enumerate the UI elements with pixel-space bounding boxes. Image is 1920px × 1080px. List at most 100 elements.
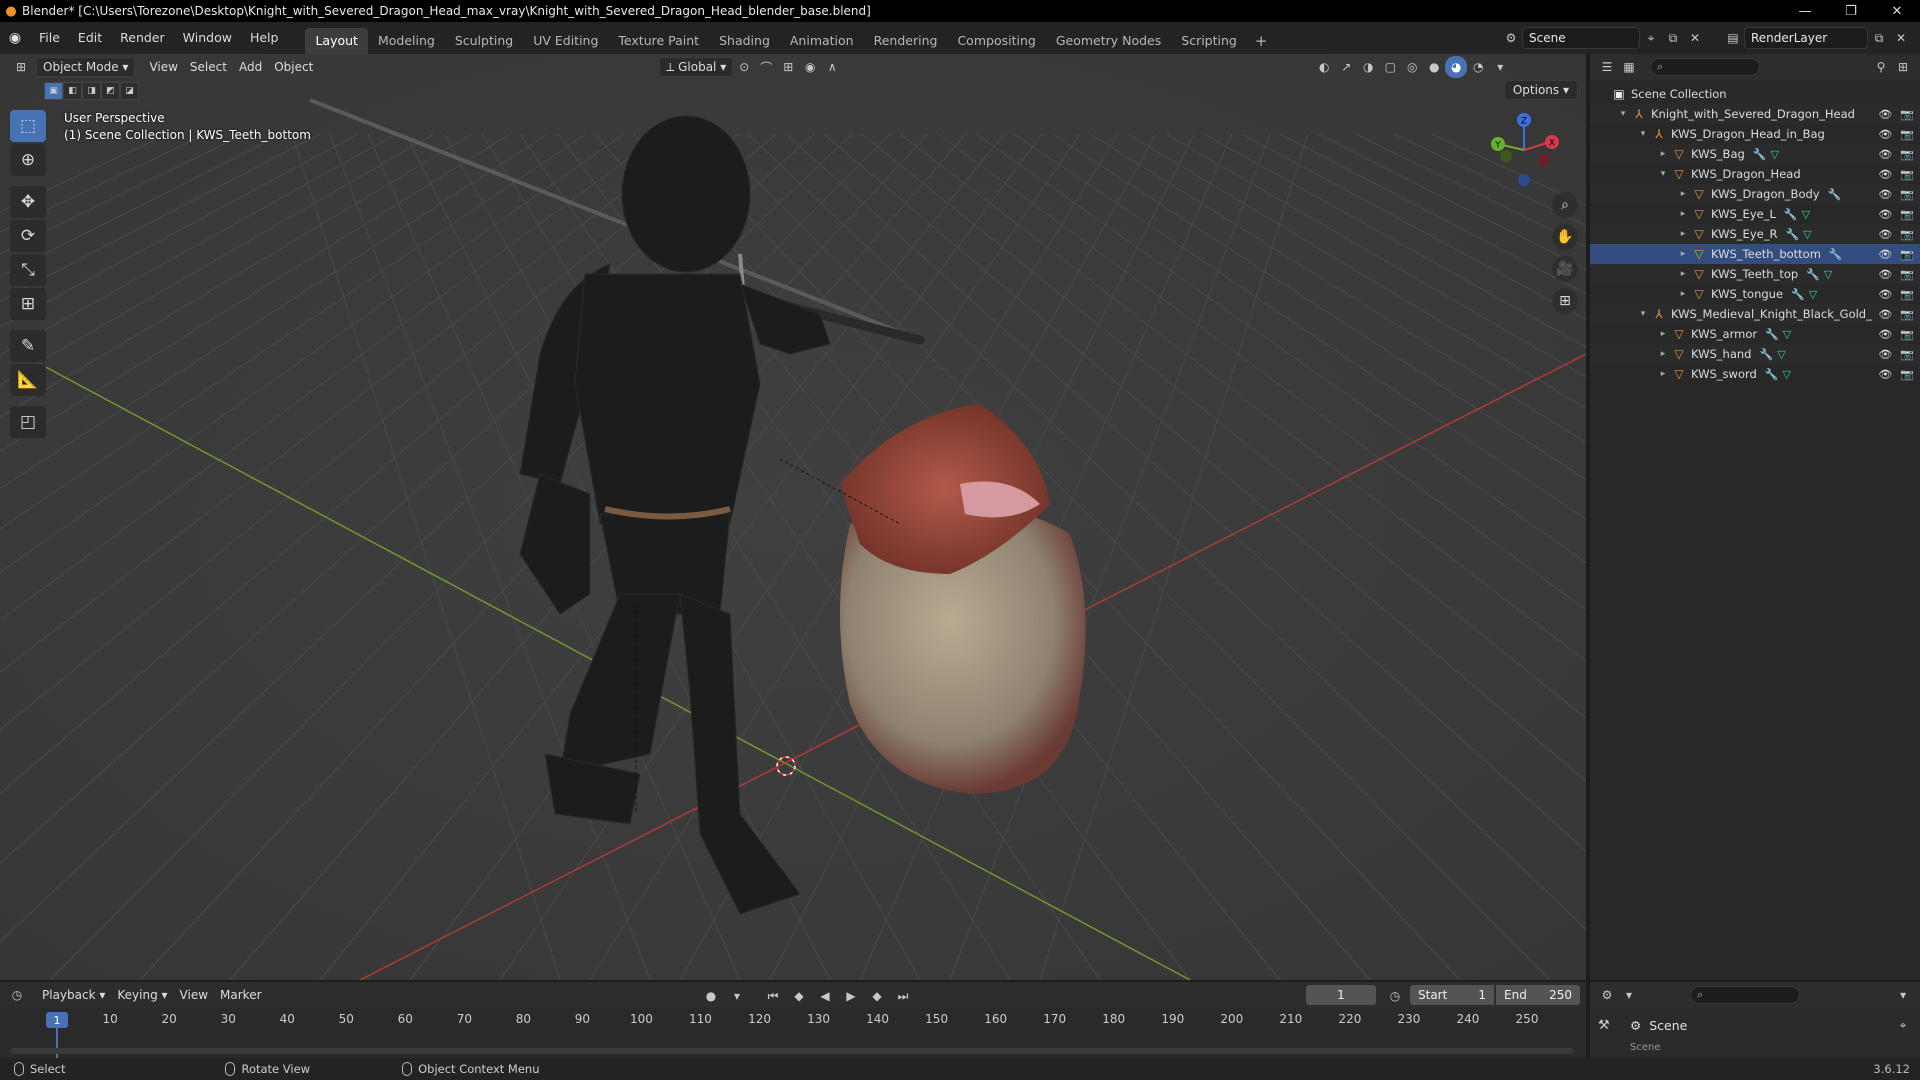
shading-options-icon[interactable]: ▾ bbox=[1489, 56, 1511, 78]
zoom-icon[interactable]: ⌕ bbox=[1552, 192, 1578, 218]
end-frame-field[interactable]: End 250 bbox=[1496, 985, 1580, 1005]
overlay-toggle-icon[interactable]: ◑ bbox=[1357, 56, 1379, 78]
close-button[interactable]: ✕ bbox=[1874, 0, 1920, 22]
eye-icon[interactable]: 👁 bbox=[1878, 228, 1892, 241]
eye-icon[interactable]: 👁 bbox=[1878, 108, 1892, 121]
measure-tool-icon[interactable]: 📐 bbox=[10, 364, 46, 396]
workspace-tab-scripting[interactable]: Scripting bbox=[1171, 28, 1247, 54]
outliner-row[interactable]: ▸ ▽ KWS_tongue 🔧 ▽ 👁 📷 bbox=[1590, 284, 1920, 304]
collapse-arrow-icon[interactable]: ▾ bbox=[1636, 309, 1650, 319]
mode-dropdown[interactable]: Object Mode ▾ bbox=[36, 57, 136, 77]
expand-arrow-icon[interactable]: ▸ bbox=[1676, 209, 1690, 219]
annotate-tool-icon[interactable]: ✎ bbox=[10, 330, 46, 362]
expand-arrow-icon[interactable]: ▸ bbox=[1656, 329, 1670, 339]
delete-scene-icon[interactable]: ✕ bbox=[1684, 27, 1706, 49]
gizmo-toggle-icon[interactable]: ↗ bbox=[1335, 56, 1357, 78]
new-view-layer-icon[interactable]: ⧉ bbox=[1868, 27, 1890, 49]
camera-view-icon[interactable]: 🎥 bbox=[1552, 256, 1578, 282]
expand-arrow-icon[interactable]: ▸ bbox=[1656, 369, 1670, 379]
workspace-tab-geometry-nodes[interactable]: Geometry Nodes bbox=[1046, 28, 1171, 54]
mesh-data-icon[interactable]: ▽ bbox=[1824, 268, 1832, 281]
timeline-scrollbar[interactable] bbox=[10, 1048, 1574, 1054]
minimize-button[interactable]: — bbox=[1782, 0, 1828, 22]
current-frame-indicator[interactable]: 1 bbox=[46, 1012, 68, 1028]
outliner-row[interactable]: ▾ ⅄ KWS_Dragon_Head_in_Bag 👁 📷 bbox=[1590, 124, 1920, 144]
collapse-arrow-icon[interactable]: ▾ bbox=[1616, 109, 1630, 119]
view-layer-icon[interactable]: ▤ bbox=[1722, 27, 1744, 49]
current-frame-field[interactable]: 1 bbox=[1306, 985, 1376, 1005]
properties-search-input[interactable]: ⌕ bbox=[1690, 986, 1800, 1004]
blender-menu-icon[interactable]: ◉ bbox=[0, 30, 30, 46]
navigation-gizmo[interactable]: Z X Y bbox=[1486, 110, 1566, 196]
workspace-tab-animation[interactable]: Animation bbox=[780, 28, 864, 54]
expand-arrow-icon[interactable]: ▸ bbox=[1676, 269, 1690, 279]
viewport-scene[interactable] bbox=[0, 54, 1586, 980]
restore-button[interactable]: ❐ bbox=[1828, 0, 1874, 22]
auto-key-options-icon[interactable]: ▾ bbox=[726, 985, 748, 1007]
menu-window[interactable]: Window bbox=[174, 26, 241, 50]
modifier-wrench-icon[interactable]: 🔧 bbox=[1785, 228, 1799, 241]
expand-arrow-icon[interactable]: ▸ bbox=[1656, 149, 1670, 159]
modifier-wrench-icon[interactable]: 🔧 bbox=[1753, 148, 1767, 161]
eye-icon[interactable]: 👁 bbox=[1878, 308, 1892, 321]
workspace-tab-shading[interactable]: Shading bbox=[709, 28, 780, 54]
view-layer-selector[interactable]: ▤ RenderLayer ⧉ ✕ bbox=[1722, 26, 1912, 50]
visibility-selectability-icon[interactable]: ◐ bbox=[1313, 56, 1335, 78]
eye-icon[interactable]: 👁 bbox=[1878, 288, 1892, 301]
display-mode-icon[interactable]: ▦ bbox=[1618, 56, 1640, 78]
menu-file[interactable]: File bbox=[30, 26, 69, 50]
workspace-tab-texture-paint[interactable]: Texture Paint bbox=[608, 28, 709, 54]
outliner-row[interactable]: ▾ ⅄ KWS_Medieval_Knight_Black_Gold_ 👁 📷 bbox=[1590, 304, 1920, 324]
transform-tool-icon[interactable]: ⊞ bbox=[10, 288, 46, 320]
shading-wireframe-icon[interactable]: ◎ bbox=[1401, 56, 1423, 78]
shading-material-icon[interactable]: ◕ bbox=[1445, 56, 1468, 78]
falloff-icon[interactable]: ∧ bbox=[821, 56, 843, 78]
add-workspace-button[interactable]: + bbox=[1247, 28, 1276, 54]
modifier-wrench-icon[interactable]: 🔧 bbox=[1829, 248, 1843, 261]
play-icon[interactable]: ▶ bbox=[840, 985, 862, 1007]
camera-icon[interactable]: 📷 bbox=[1900, 328, 1914, 341]
modifier-wrench-icon[interactable]: 🔧 bbox=[1791, 288, 1805, 301]
expand-arrow-icon[interactable]: ▸ bbox=[1656, 349, 1670, 359]
timeline-editor-icon[interactable]: ◷ bbox=[6, 984, 28, 1006]
outliner-row[interactable]: ▸ ▽ KWS_Eye_R 🔧 ▽ 👁 📷 bbox=[1590, 224, 1920, 244]
play-reverse-icon[interactable]: ◀ bbox=[814, 985, 836, 1007]
outliner-row[interactable]: ▣ Scene Collection bbox=[1590, 84, 1920, 104]
add-cube-tool-icon[interactable]: ◰ bbox=[10, 406, 46, 438]
expand-arrow-icon[interactable]: ▸ bbox=[1676, 229, 1690, 239]
workspace-tab-layout[interactable]: Layout bbox=[305, 28, 368, 54]
select-invert-icon[interactable]: ◩ bbox=[101, 82, 120, 100]
eye-icon[interactable]: 👁 bbox=[1878, 368, 1892, 381]
eye-icon[interactable]: 👁 bbox=[1878, 348, 1892, 361]
mesh-data-icon[interactable]: ▽ bbox=[1771, 148, 1779, 161]
properties-options-icon[interactable]: ▾ bbox=[1892, 984, 1914, 1006]
camera-icon[interactable]: 📷 bbox=[1900, 148, 1914, 161]
eye-icon[interactable]: 👁 bbox=[1878, 268, 1892, 281]
menu-marker[interactable]: Marker bbox=[214, 985, 267, 1005]
menu-timeline-view[interactable]: View bbox=[174, 985, 214, 1005]
perspective-toggle-icon[interactable]: ⊞ bbox=[1552, 288, 1578, 314]
camera-icon[interactable]: 📷 bbox=[1900, 228, 1914, 241]
expand-arrow-icon[interactable]: ▸ bbox=[1676, 249, 1690, 259]
outliner-row[interactable]: ▸ ▽ KWS_sword 🔧 ▽ 👁 📷 bbox=[1590, 364, 1920, 384]
outliner-row[interactable]: ▾ ▽ KWS_Dragon_Head 👁 📷 bbox=[1590, 164, 1920, 184]
timeline-ruler[interactable]: 1 10 20 30 40 50 60 70 80 90 100 110 120 130 140 150 16… bbox=[0, 1008, 1586, 1058]
mesh-data-icon[interactable]: ▽ bbox=[1803, 228, 1811, 241]
modifier-wrench-icon[interactable]: 🔧 bbox=[1806, 268, 1820, 281]
menu-view[interactable]: View bbox=[143, 57, 183, 77]
move-tool-icon[interactable]: ✥ bbox=[10, 186, 46, 218]
mesh-data-icon[interactable]: ▽ bbox=[1802, 208, 1810, 221]
collapse-arrow-icon[interactable]: ▾ bbox=[1636, 129, 1650, 139]
mesh-data-icon[interactable]: ▽ bbox=[1809, 288, 1817, 301]
eye-icon[interactable]: 👁 bbox=[1878, 188, 1892, 201]
menu-render[interactable]: Render bbox=[111, 26, 174, 50]
modifier-wrench-icon[interactable]: 🔧 bbox=[1765, 328, 1779, 341]
workspace-tab-rendering[interactable]: Rendering bbox=[864, 28, 948, 54]
camera-icon[interactable]: 📷 bbox=[1900, 348, 1914, 361]
menu-add[interactable]: Add bbox=[233, 57, 268, 77]
outliner-row[interactable]: ▸ ▽ KWS_Dragon_Body 🔧 👁 📷 bbox=[1590, 184, 1920, 204]
outliner-row[interactable]: ▸ ▽ KWS_Bag 🔧 ▽ 👁 📷 bbox=[1590, 144, 1920, 164]
record-icon[interactable]: ● bbox=[700, 985, 722, 1007]
workspace-tab-uv-editing[interactable]: UV Editing bbox=[523, 28, 608, 54]
eye-icon[interactable]: 👁 bbox=[1878, 168, 1892, 181]
